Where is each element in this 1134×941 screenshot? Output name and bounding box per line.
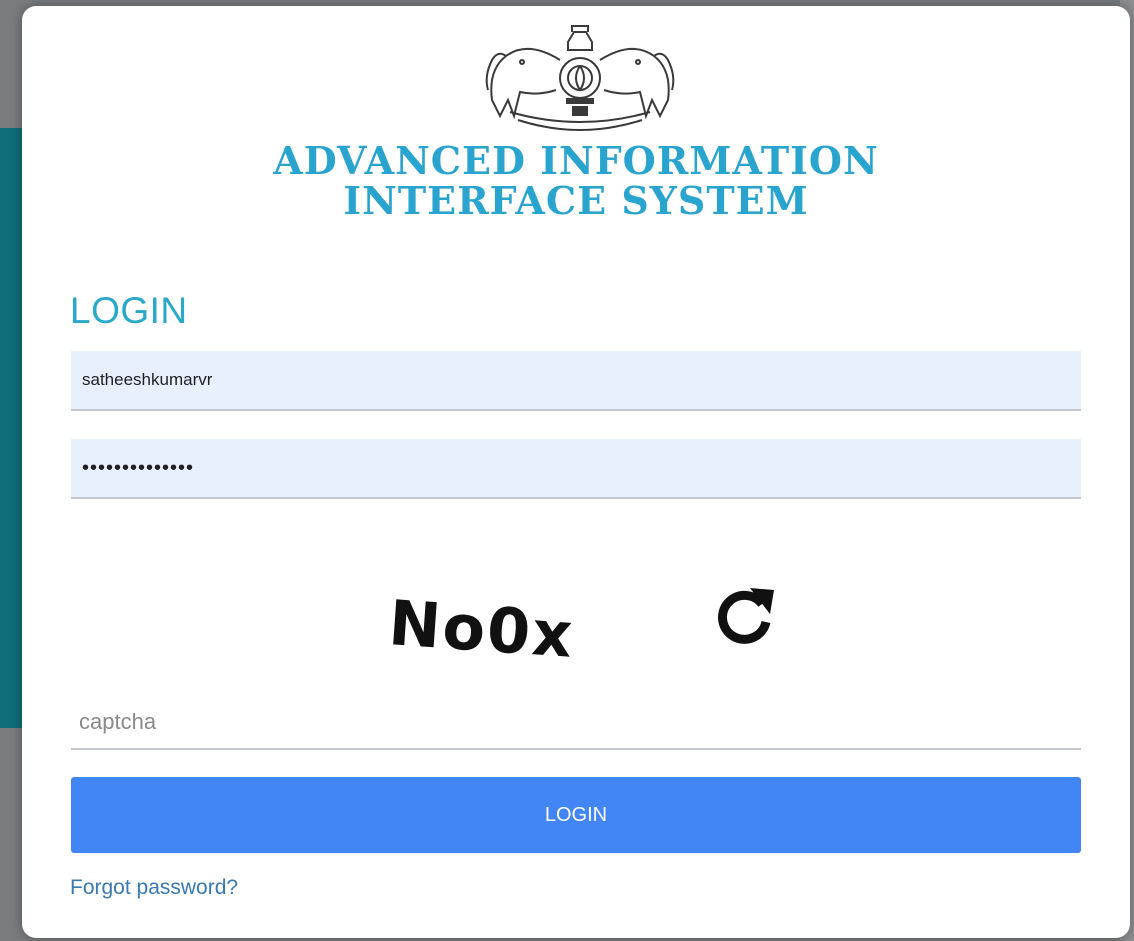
refresh-icon[interactable] (710, 580, 780, 650)
login-button[interactable]: LOGIN (71, 777, 1081, 853)
captcha-image: No0x (386, 586, 577, 672)
brand-title-line2: INTERFACE SYSTEM (343, 178, 809, 223)
brand-title-line1: ADVANCED INFORMATION (273, 138, 879, 183)
username-field[interactable] (71, 351, 1081, 411)
captcha-input[interactable] (71, 696, 1081, 750)
kerala-state-emblem-icon (485, 25, 675, 131)
forgot-password-link[interactable]: Forgot password? (70, 876, 238, 900)
password-field[interactable] (71, 439, 1081, 499)
login-dialog: ADVANCED INFORMATION INTERFACE SYSTEM LO… (22, 6, 1130, 938)
login-heading: LOGIN (70, 290, 188, 331)
